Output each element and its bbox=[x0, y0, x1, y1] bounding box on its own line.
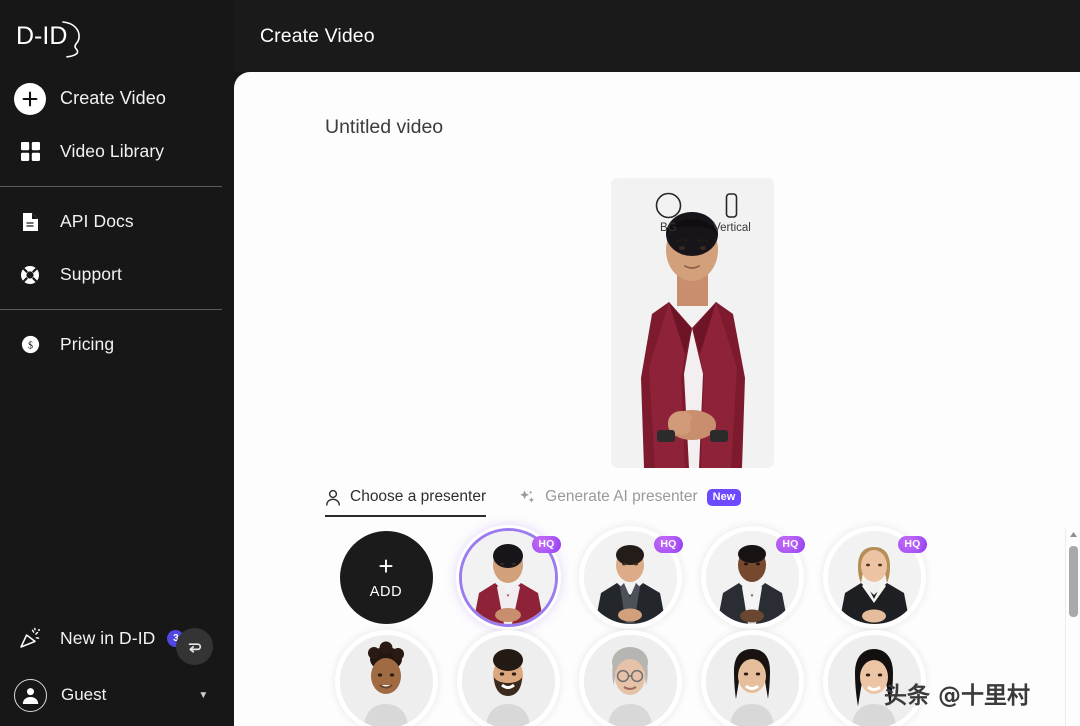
add-presenter-button[interactable]: + ADD bbox=[339, 531, 433, 624]
user-name-label: Guest bbox=[61, 685, 107, 704]
hq-badge: HQ bbox=[532, 536, 561, 553]
sidebar-item-video-library[interactable]: Video Library bbox=[0, 125, 234, 178]
user-account-row[interactable]: Guest ▼ bbox=[0, 664, 234, 726]
grid-icon bbox=[14, 136, 46, 168]
presenter-cell: HQ bbox=[691, 531, 813, 635]
tab-label: Choose a presenter bbox=[350, 488, 487, 505]
video-preview[interactable]: BG Vertical bbox=[611, 178, 774, 468]
hq-badge: HQ bbox=[776, 536, 805, 553]
top-header: Create Video bbox=[234, 0, 1080, 72]
chevron-down-icon[interactable]: ▼ bbox=[198, 690, 208, 701]
avatar bbox=[14, 678, 47, 712]
sidebar-divider-1 bbox=[0, 186, 222, 187]
presenter-scrollbar[interactable] bbox=[1065, 527, 1080, 726]
presenter-cell bbox=[691, 635, 813, 726]
sidebar-divider-2 bbox=[0, 309, 222, 310]
hq-badge: HQ bbox=[654, 536, 683, 553]
add-label: ADD bbox=[369, 583, 403, 600]
portrait-woman-grey-hair-glasses bbox=[583, 635, 677, 726]
app-logo[interactable]: D-ID bbox=[0, 0, 234, 72]
svg-text:D-ID: D-ID bbox=[16, 22, 67, 50]
rectangle-portrait-icon bbox=[718, 187, 745, 223]
tab-choose-a-presenter[interactable]: Choose a presenter bbox=[325, 488, 487, 517]
presenter-avatar[interactable] bbox=[339, 635, 433, 726]
user-avatar-icon bbox=[22, 687, 39, 704]
presenter-avatar[interactable]: HQ bbox=[583, 531, 683, 624]
presenter-cell: HQ bbox=[813, 531, 935, 635]
hq-badge: HQ bbox=[898, 536, 927, 553]
sidebar-item-api-docs[interactable]: API Docs bbox=[0, 195, 234, 248]
presenter-cell bbox=[325, 635, 447, 726]
sidebar-item-label: New in D-ID bbox=[60, 627, 156, 648]
main-content-card: Untitled video BG Vertical Choose a pres… bbox=[234, 72, 1080, 726]
sidebar-item-create-video[interactable]: Create Video bbox=[0, 72, 234, 125]
presenter-cell: + ADD bbox=[325, 531, 447, 635]
collapse-arrow-icon bbox=[188, 642, 201, 653]
svg-text:$: $ bbox=[28, 340, 33, 351]
scroll-up-button[interactable] bbox=[1066, 527, 1080, 541]
app-root: D-ID Create Video Video Library API Docs… bbox=[0, 0, 1080, 726]
scrollbar-track[interactable] bbox=[1066, 541, 1080, 726]
vertical-control-label: Vertical bbox=[713, 222, 751, 234]
sidebar: D-ID Create Video Video Library API Docs… bbox=[0, 0, 234, 726]
scrollbar-thumb[interactable] bbox=[1069, 546, 1078, 617]
portrait-woman-curly-updo bbox=[339, 635, 433, 726]
presenter-cell: HQ bbox=[569, 531, 691, 635]
tab-label: Generate AI presenter bbox=[545, 488, 698, 505]
presenter-cell: HQ bbox=[447, 531, 569, 635]
presenter-avatar[interactable] bbox=[583, 635, 677, 726]
sidebar-item-pricing[interactable]: $ Pricing bbox=[0, 318, 234, 371]
sidebar-item-support[interactable]: Support bbox=[0, 248, 234, 301]
presenter-tabs: Choose a presenter Generate AI presenter… bbox=[325, 488, 742, 517]
portrait-woman-dark-hair-smiling bbox=[705, 635, 799, 726]
presenter-cell bbox=[569, 635, 691, 726]
sidebar-item-label: Create Video bbox=[60, 88, 166, 108]
bg-control-label: BG bbox=[660, 222, 677, 234]
presenter-avatar-selected[interactable]: HQ bbox=[461, 531, 561, 624]
presenter-avatar[interactable] bbox=[461, 635, 555, 726]
sidebar-item-label: Pricing bbox=[60, 334, 115, 354]
presenter-avatar[interactable] bbox=[705, 635, 799, 726]
dollar-coin-icon: $ bbox=[14, 329, 46, 361]
sparkles-icon bbox=[519, 489, 536, 506]
sidebar-item-label: Video Library bbox=[60, 141, 165, 161]
sidebar-item-label: API Docs bbox=[60, 211, 134, 231]
vertical-control-button[interactable]: Vertical bbox=[704, 187, 760, 251]
page-title: Create Video bbox=[260, 24, 375, 47]
bg-control-button[interactable]: BG bbox=[640, 187, 696, 251]
presenter-avatar[interactable]: HQ bbox=[827, 531, 927, 624]
plus-icon bbox=[14, 82, 46, 115]
lifebuoy-icon bbox=[14, 259, 46, 291]
person-icon bbox=[325, 489, 341, 506]
presenter-avatar[interactable]: HQ bbox=[705, 531, 805, 624]
party-popper-icon bbox=[14, 622, 46, 654]
sidebar-collapse-button[interactable] bbox=[176, 628, 213, 665]
tab-generate-ai-presenter[interactable]: Generate AI presenter New bbox=[519, 488, 742, 517]
new-feature-badge: New bbox=[706, 488, 742, 506]
watermark-overlay: 头条 @十里村 bbox=[884, 683, 1031, 709]
video-title[interactable]: Untitled video bbox=[325, 116, 443, 139]
sidebar-primary-group: Create Video Video Library bbox=[0, 72, 234, 178]
circle-icon bbox=[655, 187, 682, 223]
presenter-cell bbox=[447, 635, 569, 726]
document-icon bbox=[14, 206, 46, 238]
sidebar-item-label: Support bbox=[60, 264, 122, 284]
d-id-face-logo: D-ID bbox=[16, 21, 80, 58]
sidebar-pricing-group: $ Pricing bbox=[0, 318, 234, 371]
plus-icon: + bbox=[378, 550, 394, 581]
portrait-man-beard-smiling bbox=[461, 635, 555, 726]
sidebar-secondary-group: API Docs Support bbox=[0, 195, 234, 301]
